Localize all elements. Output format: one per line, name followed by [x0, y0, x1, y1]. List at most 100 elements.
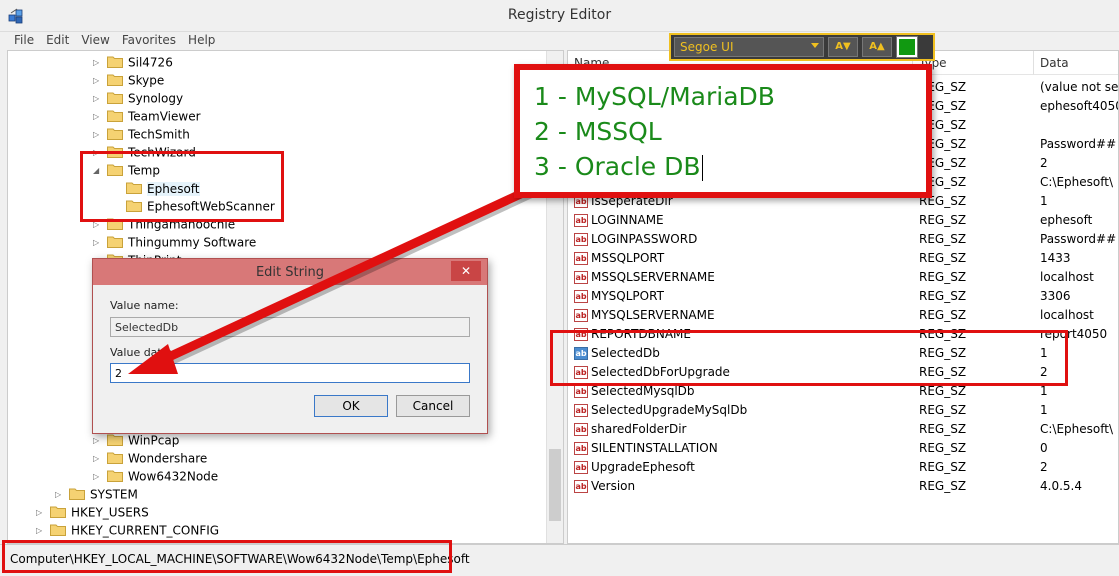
- value-data-cell: 1433: [1040, 251, 1071, 265]
- text-color-button[interactable]: [896, 36, 918, 58]
- value-row[interactable]: ab LOGINNAME REG_SZ ephesoft: [568, 211, 1118, 230]
- tree-scrollbar-thumb[interactable]: [549, 449, 561, 521]
- value-name-cell: ab MSSQLPORT: [574, 249, 664, 268]
- value-row[interactable]: ab SILENTINSTALLATION REG_SZ 0: [568, 439, 1118, 458]
- tree-item-techsmith[interactable]: ▷ TechSmith: [93, 125, 190, 143]
- value-row[interactable]: ab MYSQLSERVERNAME REG_SZ localhost: [568, 306, 1118, 325]
- value-data-cell: 1: [1040, 403, 1048, 417]
- string-value-icon: ab: [574, 385, 588, 398]
- menu-help[interactable]: Help: [182, 32, 221, 50]
- value-data-field[interactable]: 2: [110, 363, 470, 383]
- value-data-cell: 0: [1040, 441, 1048, 455]
- tree-item-hkey-current-config[interactable]: ▷ HKEY_CURRENT_CONFIG: [36, 521, 219, 539]
- value-row[interactable]: ab Version REG_SZ 4.0.5.4: [568, 477, 1118, 496]
- expand-arrow-icon[interactable]: ▷: [93, 468, 103, 486]
- value-type-cell: REG_SZ: [919, 460, 967, 474]
- expand-arrow-icon[interactable]: ▷: [55, 486, 65, 504]
- value-data-cell: Password##: [1040, 232, 1117, 246]
- value-name-text: MSSQLPORT: [591, 251, 665, 265]
- value-type-cell: REG_SZ: [919, 441, 967, 455]
- ok-button[interactable]: OK: [314, 395, 388, 417]
- highlight-temp-keys: [80, 151, 284, 222]
- value-data-cell: 4.0.5.4: [1040, 479, 1082, 493]
- value-data-cell: localhost: [1040, 308, 1094, 322]
- folder-icon: [50, 505, 66, 518]
- title-bar: Registry Editor: [0, 0, 1119, 32]
- menu-favorites[interactable]: Favorites: [116, 32, 182, 50]
- folder-icon: [107, 127, 123, 140]
- value-name-cell: ab MYSQLPORT: [574, 287, 664, 306]
- value-data-cell: C:\Ephesoft\: [1040, 175, 1114, 189]
- value-name-field[interactable]: SelectedDb: [110, 317, 470, 337]
- tree-item-hkey-users[interactable]: ▷ HKEY_USERS: [36, 503, 149, 521]
- font-family-select[interactable]: Segoe UI: [674, 37, 824, 57]
- tree-item-teamviewer[interactable]: ▷ TeamViewer: [93, 107, 201, 125]
- string-value-icon: ab: [574, 404, 588, 417]
- tree-item-sil4726[interactable]: ▷ Sil4726: [93, 53, 173, 71]
- expand-arrow-icon[interactable]: ▷: [93, 450, 103, 468]
- expand-arrow-icon[interactable]: ▷: [93, 126, 103, 144]
- dialog-title: Edit String: [255, 265, 325, 280]
- value-row[interactable]: ab sharedFolderDir REG_SZ C:\Ephesoft\: [568, 420, 1118, 439]
- string-value-icon: ab: [574, 461, 588, 474]
- value-name-text: MYSQLSERVERNAME: [591, 308, 715, 322]
- value-type-cell: REG_SZ: [919, 289, 967, 303]
- value-name-text: MYSQLPORT: [591, 289, 664, 303]
- value-data-cell: 3306: [1040, 289, 1071, 303]
- folder-icon: [107, 235, 123, 248]
- color-swatch-fill: [899, 39, 915, 55]
- value-row[interactable]: ab UpgradeEphesoft REG_SZ 2: [568, 458, 1118, 477]
- column-header-data[interactable]: Data: [1034, 51, 1118, 75]
- tree-item-thingummy-software[interactable]: ▷ Thingummy Software: [93, 233, 256, 251]
- string-value-icon: ab: [574, 290, 588, 303]
- tree-item-system[interactable]: ▷ SYSTEM: [55, 485, 138, 503]
- value-row[interactable]: ab LOGINPASSWORD REG_SZ Password##: [568, 230, 1118, 249]
- expand-arrow-icon[interactable]: ▷: [93, 72, 103, 90]
- value-name-cell: ab UpgradeEphesoft: [574, 458, 695, 477]
- value-name-text: UpgradeEphesoft: [591, 460, 695, 474]
- note-line-2: 2 - MSSQL: [534, 117, 662, 146]
- expand-arrow-icon[interactable]: ▷: [93, 90, 103, 108]
- increase-font-size-button[interactable]: A▲: [862, 37, 892, 57]
- value-name-label: Value name:: [110, 299, 179, 312]
- expand-arrow-icon[interactable]: ▷: [36, 522, 46, 540]
- tree-item-synology[interactable]: ▷ Synology: [93, 89, 183, 107]
- string-value-icon: ab: [574, 233, 588, 246]
- expand-arrow-icon[interactable]: ▷: [93, 54, 103, 72]
- value-name-text: Version: [591, 479, 636, 493]
- folder-icon: [107, 73, 123, 86]
- dialog-title-bar[interactable]: Edit String ✕: [93, 259, 487, 285]
- menu-view[interactable]: View: [75, 32, 115, 50]
- value-data-cell: 2: [1040, 460, 1048, 474]
- folder-icon: [107, 109, 123, 122]
- value-row[interactable]: ab MSSQLSERVERNAME REG_SZ localhost: [568, 268, 1118, 287]
- expand-arrow-icon[interactable]: ▷: [93, 108, 103, 126]
- value-data-cell: 1: [1040, 194, 1048, 208]
- string-value-icon: ab: [574, 423, 588, 436]
- text-caret: [701, 155, 703, 181]
- folder-icon: [107, 451, 123, 464]
- menu-edit[interactable]: Edit: [40, 32, 75, 50]
- folder-icon: [50, 523, 66, 536]
- expand-arrow-icon[interactable]: ▷: [93, 234, 103, 252]
- expand-arrow-icon[interactable]: ▷: [36, 504, 46, 522]
- value-name-cell: ab sharedFolderDir: [574, 420, 686, 439]
- value-row[interactable]: ab MSSQLPORT REG_SZ 1433: [568, 249, 1118, 268]
- value-row[interactable]: ab SelectedUpgradeMySqlDb REG_SZ 1: [568, 401, 1118, 420]
- font-family-value: Segoe UI: [680, 40, 734, 54]
- tree-item-wow6432node[interactable]: ▷ Wow6432Node: [93, 467, 218, 485]
- cancel-button[interactable]: Cancel: [396, 395, 470, 417]
- tree-item-wondershare[interactable]: ▷ Wondershare: [93, 449, 207, 467]
- tree-item-skype[interactable]: ▷ Skype: [93, 71, 164, 89]
- note-line-3: 3 - Oracle DB: [534, 152, 703, 181]
- value-row[interactable]: ab MYSQLPORT REG_SZ 3306: [568, 287, 1118, 306]
- menu-file[interactable]: File: [8, 32, 40, 50]
- dialog-close-button[interactable]: ✕: [451, 261, 481, 281]
- value-type-cell: REG_SZ: [919, 403, 967, 417]
- decrease-font-size-button[interactable]: A▼: [828, 37, 858, 57]
- expand-arrow-icon[interactable]: ▷: [93, 432, 103, 450]
- string-value-icon: ab: [574, 252, 588, 265]
- value-data-cell: 2: [1040, 156, 1048, 170]
- value-name-cell: ab LOGINPASSWORD: [574, 230, 697, 249]
- value-name-cell: ab MSSQLSERVERNAME: [574, 268, 715, 287]
